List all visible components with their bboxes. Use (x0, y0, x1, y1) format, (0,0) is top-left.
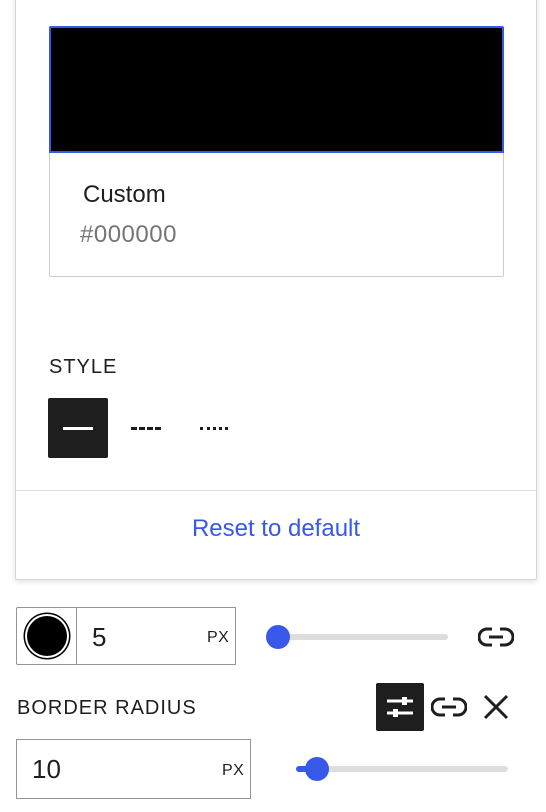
radius-reset-button[interactable] (478, 689, 514, 725)
dashed-line-icon (131, 426, 161, 430)
color-swatch[interactable] (49, 26, 504, 153)
border-radius-unit[interactable]: PX (222, 762, 244, 780)
border-width-value[interactable]: 5 (92, 622, 106, 653)
unlink-sides-button[interactable] (476, 621, 516, 653)
color-name: Custom (83, 181, 166, 208)
link-icon (478, 627, 514, 647)
border-width-slider[interactable] (270, 634, 448, 640)
color-card: Custom #000000 (49, 26, 504, 277)
style-label: STYLE (49, 356, 118, 378)
sliders-icon (387, 697, 413, 717)
dotted-line-icon (200, 426, 228, 430)
border-popover: Custom #000000 STYLE Reset to default (15, 0, 537, 580)
border-width-slider-thumb[interactable] (266, 625, 290, 649)
popover-divider (16, 490, 536, 491)
color-hex: #000000 (80, 221, 177, 248)
border-radius-value[interactable]: 10 (32, 754, 61, 785)
reset-to-default-button[interactable]: Reset to default (16, 515, 536, 543)
close-icon (483, 694, 509, 720)
border-width-input[interactable]: 5 PX (76, 607, 236, 665)
link-icon (431, 697, 467, 717)
style-solid-button[interactable] (48, 398, 108, 458)
radius-settings-button[interactable] (376, 683, 424, 731)
style-dashed-button[interactable] (116, 398, 176, 458)
border-radius-slider-thumb[interactable] (305, 757, 329, 781)
border-radius-label: BORDER RADIUS (17, 697, 197, 719)
border-width-unit[interactable]: PX (207, 629, 229, 647)
style-dotted-button[interactable] (184, 398, 244, 458)
solid-line-icon (63, 426, 93, 430)
border-color-button[interactable] (16, 607, 76, 665)
color-indicator (26, 616, 67, 656)
border-radius-input[interactable]: 10 PX (16, 739, 251, 799)
radius-unlink-button[interactable] (429, 691, 469, 723)
